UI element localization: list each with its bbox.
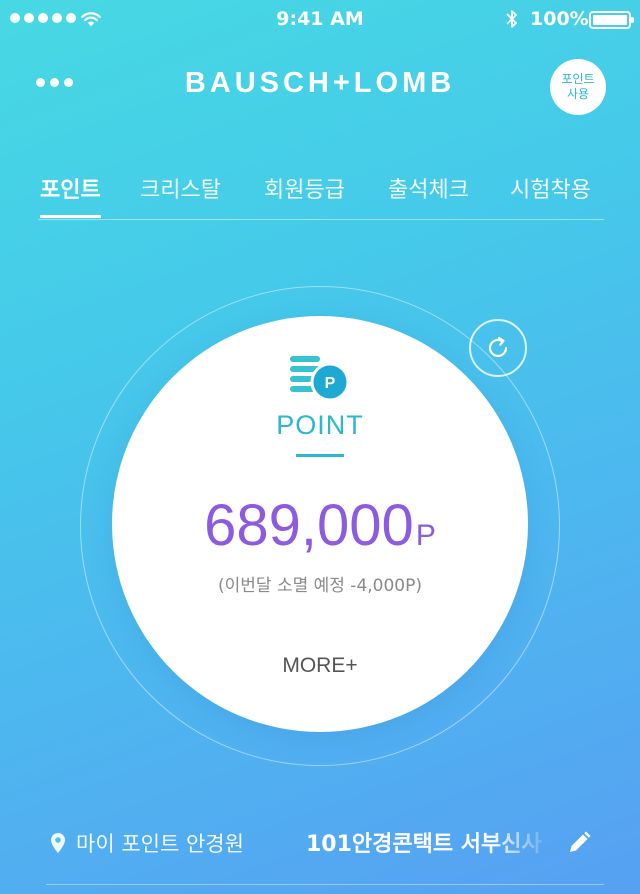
use-points-line1: 포인트 bbox=[561, 72, 595, 86]
tab-bar: 포인트 크리스탈 회원등급 출석체크 시험착용 bbox=[38, 172, 604, 220]
point-balance: 689,000P bbox=[112, 492, 528, 559]
tab-crystal[interactable]: 크리스탈 bbox=[140, 172, 221, 204]
my-point-store-label: 마이 포인트 안경원 bbox=[76, 832, 244, 856]
point-label-underline bbox=[296, 454, 344, 457]
brand-logo: BAUSCH+LOMB bbox=[184, 67, 456, 99]
point-unit: P bbox=[415, 519, 436, 552]
tab-points[interactable]: 포인트 bbox=[40, 172, 101, 218]
use-points-button[interactable]: 포인트 사용 bbox=[550, 59, 606, 115]
status-bar: 9:41 AM 100% bbox=[0, 0, 640, 40]
expire-note: (이번달 소멸 예정 -4,000P) bbox=[217, 576, 422, 596]
point-balance-value: 689,000 bbox=[204, 493, 414, 558]
pencil-icon[interactable] bbox=[566, 830, 592, 856]
battery-percent: 100% bbox=[530, 8, 589, 30]
tab-trial-wear[interactable]: 시험착용 bbox=[510, 172, 591, 204]
store-location-row: 마이 포인트 안경원 101안경콘택트 서부신사 bbox=[0, 822, 640, 862]
point-label: POINT bbox=[276, 410, 364, 440]
point-card: P POINT 689,000P (이번달 소멸 예정 -4,000P) MOR… bbox=[112, 316, 528, 732]
location-pin-icon bbox=[51, 833, 65, 853]
tab-attendance-check[interactable]: 출석체크 bbox=[388, 172, 469, 204]
refresh-button[interactable] bbox=[469, 319, 527, 377]
use-points-line2: 사용 bbox=[566, 87, 590, 101]
store-name: 101안경콘택트 서부신사 bbox=[306, 832, 542, 857]
bottom-divider bbox=[46, 884, 604, 885]
point-coin-icon: P bbox=[290, 356, 350, 402]
tab-membership-grade[interactable]: 회원등급 bbox=[264, 172, 345, 204]
more-button[interactable]: MORE+ bbox=[112, 654, 528, 678]
coin-letter: P bbox=[325, 375, 336, 392]
refresh-icon bbox=[488, 336, 508, 357]
bluetooth-icon bbox=[506, 10, 517, 28]
battery-icon bbox=[589, 11, 634, 29]
